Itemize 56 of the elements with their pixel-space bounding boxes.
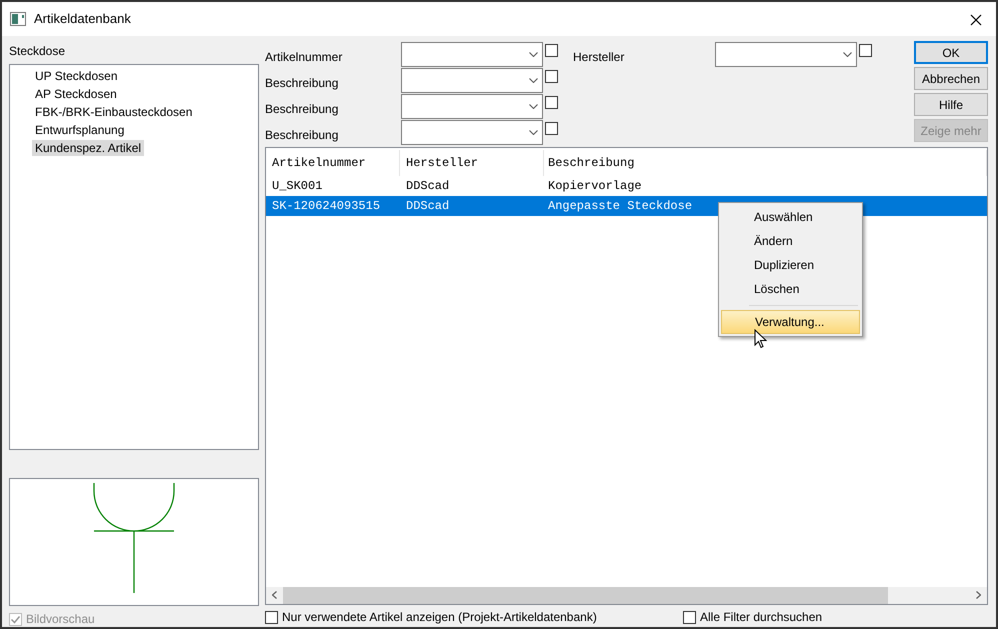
tree-item[interactable]: AP Steckdosen [32,86,120,102]
filter-label: Beschreibung [265,100,340,118]
dropdown-field[interactable] [401,68,543,93]
checkbox[interactable] [545,122,558,135]
dropdown-field[interactable] [401,94,543,119]
scroll-thumb[interactable] [283,587,888,604]
checkbox[interactable] [683,610,696,624]
tree-item[interactable]: Kundenspez. Artikel [32,140,144,156]
menu-item[interactable]: Verwaltung... [721,310,860,334]
close-icon [970,14,982,26]
table-row[interactable]: U_SK001 DDScad Kopiervorlage [266,176,987,196]
filter-label: Hersteller [573,48,626,66]
tree-item[interactable]: Entwurfsplanung [32,122,128,138]
filter-label: Artikelnummer [265,48,344,66]
filter-label: Beschreibung [265,74,340,92]
checkbox[interactable] [265,610,278,624]
table-cell-text: DDScad [405,198,450,215]
checkbox[interactable] [545,44,558,57]
tree-item[interactable]: UP Steckdosen [32,68,120,84]
menu-item[interactable]: Duplizieren [721,253,860,277]
checkbox-label: Nur verwendete Artikel anzeigen (Projekt-Artikeldatenbank) [282,609,597,626]
table-cell-text: U_SK001 [271,178,324,195]
mouse-pointer-icon [754,329,767,349]
table-cell-text: DDScad [405,178,450,195]
chevron-down-icon [529,104,538,109]
dialog-button[interactable]: Abbrechen [914,67,988,90]
horizontal-scrollbar[interactable] [266,587,987,604]
app-icon [10,12,26,26]
dialog-button[interactable]: OK [914,41,988,64]
column-header[interactable]: Beschreibung [544,150,987,176]
table-cell-text: Angepasste Steckdose [547,198,694,215]
checkbox-label: Bildvorschau [26,611,95,628]
dropdown-field[interactable] [401,120,543,145]
chevron-down-icon [529,130,538,135]
chevron-down-icon [529,52,538,57]
scroll-right-icon[interactable] [976,591,981,600]
checkbox[interactable] [859,44,872,57]
dropdown-field[interactable] [715,42,857,67]
window-title: Artikeldatenbank [34,10,131,28]
category-label: Steckdose [9,43,66,60]
scroll-left-icon[interactable] [272,591,277,600]
checkbox-label: Alle Filter durchsuchen [700,609,822,626]
menu-item[interactable]: Ändern [721,229,860,253]
checkbox[interactable] [545,70,558,83]
checkbox[interactable] [545,96,558,109]
chevron-down-icon [529,78,538,83]
menu-item[interactable]: Löschen [721,277,860,301]
chevron-down-icon [843,52,852,57]
column-header[interactable]: Hersteller [400,150,544,176]
filter-label: Beschreibung [265,126,340,144]
dialog-button[interactable]: Hilfe [914,93,988,116]
table-cell-text: Kopiervorlage [547,178,643,195]
tree-item[interactable]: FBK-/BRK-Einbausteckdosen [32,104,196,120]
table-cell-text: SK-120624093515 [271,198,382,215]
column-header[interactable]: Artikelnummer [266,150,400,176]
dropdown-field[interactable] [401,42,543,67]
